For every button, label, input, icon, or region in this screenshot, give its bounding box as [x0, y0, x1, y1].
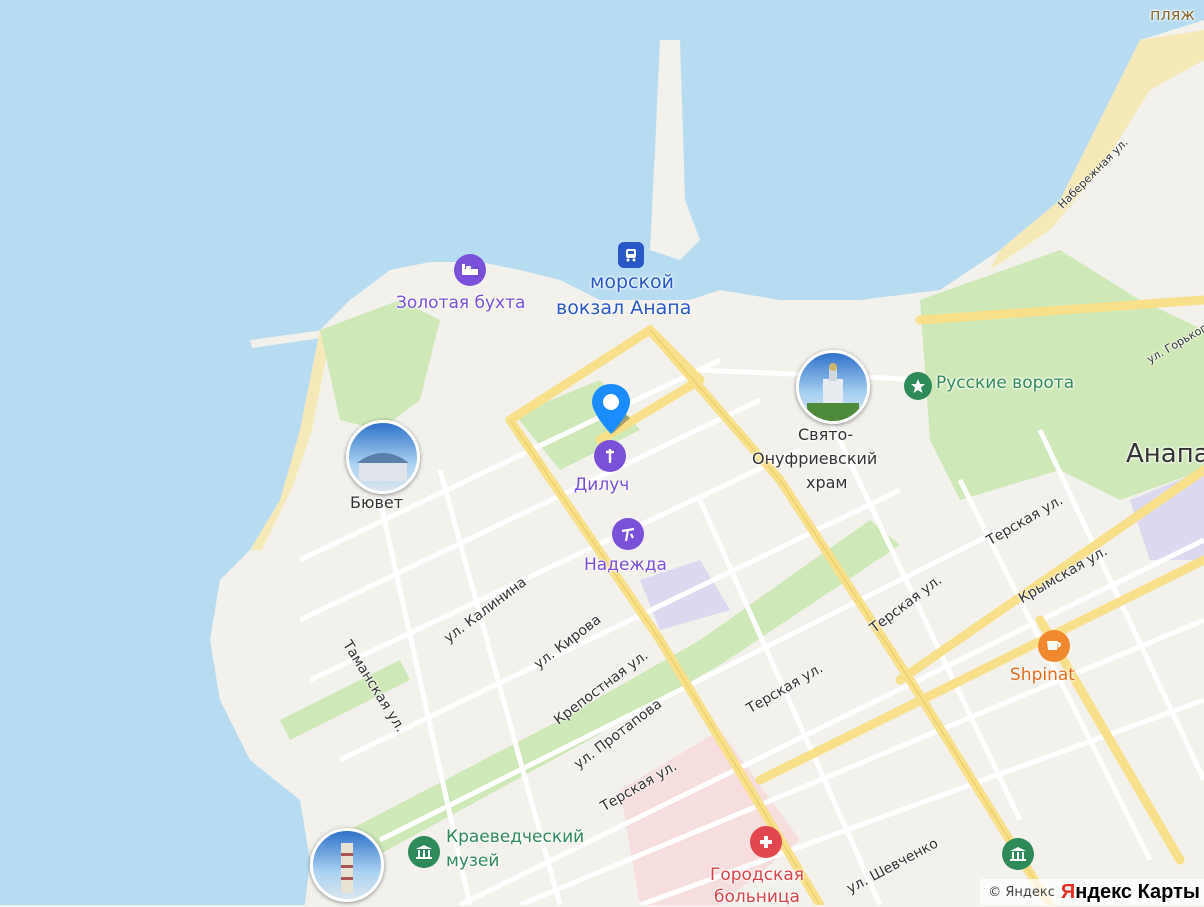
shpinat-label: Shpinat — [1010, 665, 1075, 685]
ferry-terminal-icon[interactable] — [618, 242, 644, 268]
bolnica-label-line1: Городская — [710, 865, 804, 885]
bolnica-label-line2: больница — [714, 887, 800, 907]
hospital-icon[interactable] — [750, 826, 782, 858]
copyright-text[interactable]: © Яндекс — [988, 885, 1055, 900]
cafe-icon[interactable] — [1038, 630, 1070, 662]
yandex-maps-logo[interactable]: Яндекс Карты — [1061, 881, 1200, 904]
muzey-label-line1: Краеведческий — [446, 827, 585, 847]
museum-icon-2[interactable] — [1002, 838, 1034, 870]
russkie-vorota-label: Русские ворота — [936, 373, 1075, 393]
hram-photo-marker[interactable] — [796, 350, 870, 424]
brand-rest: ндекс Карты — [1075, 880, 1200, 903]
diluch-icon[interactable] — [594, 440, 626, 472]
buvet-photo-marker[interactable] — [346, 420, 420, 494]
nadezhda-icon[interactable] — [612, 518, 644, 550]
hram-label-line1: Свято- — [798, 425, 854, 444]
nadezhda-label: Надежда — [584, 555, 667, 575]
buvet-label: Бювет — [350, 493, 404, 512]
port-label-line2: вокзал Анапа — [556, 297, 692, 319]
hotel-icon[interactable] — [454, 254, 486, 286]
map-footer: © Яндекс Яндекс Карты — [980, 879, 1204, 905]
brand-letter: Я — [1060, 880, 1076, 903]
museum-icon[interactable] — [408, 836, 440, 868]
city-label: Анапа — [1126, 439, 1204, 469]
hram-label-line2: Онуфриевский — [752, 449, 878, 468]
muzey-label-line2: музей — [446, 851, 500, 871]
diluch-label: Дилуч — [574, 475, 630, 495]
selected-location-pin-icon[interactable] — [588, 382, 634, 442]
star-icon[interactable] — [904, 372, 932, 400]
zolotaya-buhta-label: Золотая бухта — [396, 293, 526, 313]
lighthouse-photo-marker[interactable] — [310, 828, 384, 902]
port-label-line1: морской — [590, 271, 674, 293]
hram-label-line3: храм — [806, 473, 848, 492]
beach-label: пляж — [1150, 5, 1195, 24]
